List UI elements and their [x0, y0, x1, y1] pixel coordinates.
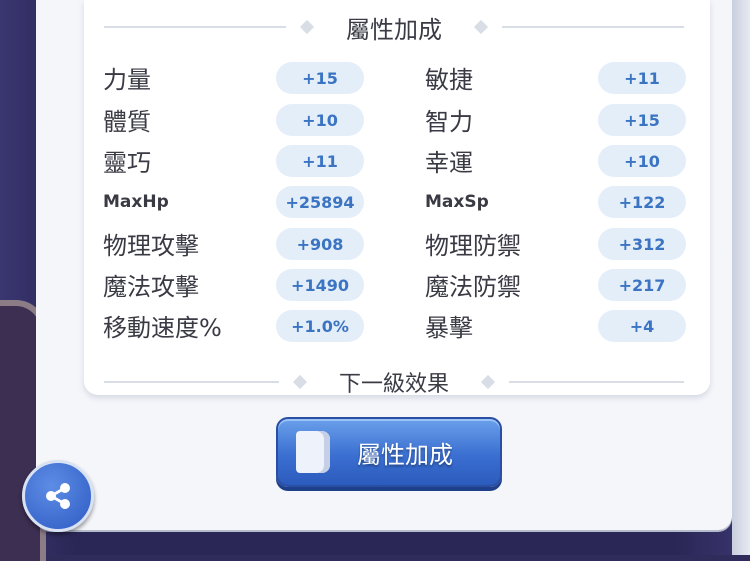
- diamond-ornament: [473, 19, 489, 35]
- stat-value-int: +15: [598, 104, 686, 136]
- divider-line: [509, 381, 684, 383]
- stat-value-movespeed: +1.0%: [276, 310, 364, 342]
- book-icon: [296, 431, 330, 473]
- stat-value-agi: +11: [598, 62, 686, 94]
- divider-line: [104, 381, 279, 383]
- stat-value-maxhp: +25894: [276, 186, 364, 218]
- stat-label-maxhp: MaxHp: [103, 192, 169, 212]
- attribute-bonus-button[interactable]: 屬性加成: [276, 417, 502, 487]
- stat-value-patk: +908: [276, 228, 364, 260]
- stat-label-maxsp: MaxSp: [425, 192, 489, 212]
- stat-label-int: 智力: [425, 108, 473, 136]
- stat-label-dex: 靈巧: [103, 149, 151, 177]
- next-level-header: 下一級效果: [104, 366, 684, 394]
- divider-line: [104, 26, 286, 28]
- stat-value-pdef: +312: [598, 228, 686, 260]
- share-icon: [46, 483, 70, 509]
- diamond-ornament: [480, 374, 496, 390]
- stat-value-vit: +10: [276, 104, 364, 136]
- stat-value-luk: +10: [598, 145, 686, 177]
- stat-label-vit: 體質: [103, 108, 151, 136]
- attribute-bonus-button-label: 屬性加成: [357, 440, 453, 469]
- stat-value-matk: +1490: [276, 269, 364, 301]
- stat-value-mdef: +217: [598, 269, 686, 301]
- divider-line: [502, 26, 684, 28]
- stat-label-luk: 幸運: [425, 149, 473, 177]
- diamond-ornament: [299, 19, 315, 35]
- stat-label-str: 力量: [103, 66, 151, 94]
- stat-label-patk: 物理攻擊: [103, 232, 199, 260]
- stat-value-crit: +4: [598, 310, 686, 342]
- stat-value-dex: +11: [276, 145, 364, 177]
- next-level-title: 下一級效果: [339, 372, 450, 394]
- share-button[interactable]: [22, 460, 94, 532]
- section-title: 屬性加成: [346, 15, 442, 44]
- stat-label-agi: 敏捷: [425, 66, 473, 94]
- stat-label-crit: 暴擊: [425, 314, 473, 342]
- diamond-ornament: [292, 374, 308, 390]
- stat-label-matk: 魔法攻擊: [103, 273, 199, 301]
- stat-label-movespeed: 移動速度%: [103, 314, 222, 342]
- stat-value-maxsp: +122: [598, 186, 686, 218]
- stat-label-mdef: 魔法防禦: [425, 273, 521, 301]
- frame-edge-right: [732, 0, 750, 555]
- stat-label-pdef: 物理防禦: [425, 232, 521, 260]
- section-header: 屬性加成: [104, 12, 684, 44]
- stat-value-str: +15: [276, 62, 364, 94]
